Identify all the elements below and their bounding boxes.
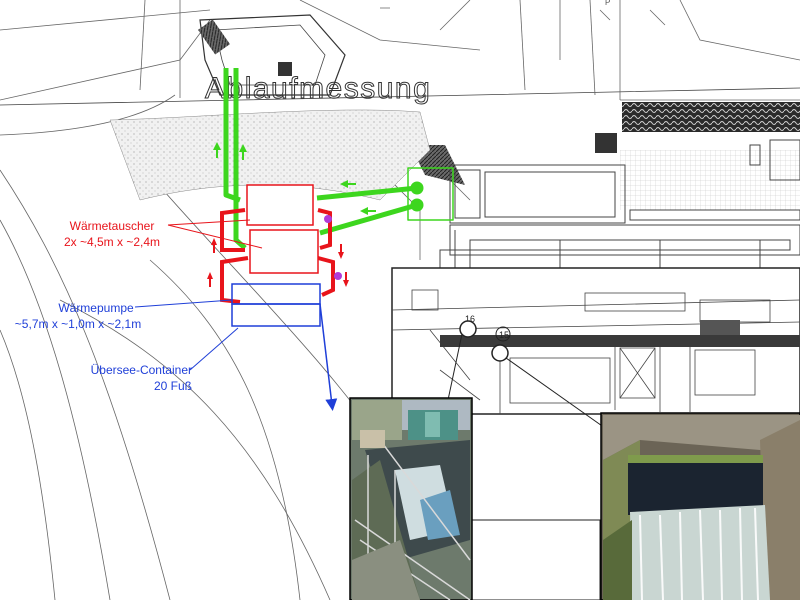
arrow-down-icon — [338, 252, 344, 259]
heat-pump-dims: ~5,7m x ~1,0m x ~2,1m — [15, 317, 141, 331]
plus-grid-panel — [469, 519, 601, 600]
container-size: 20 Fuß — [154, 379, 192, 393]
heat-exchanger-dims: 2x ~4,5m x ~2,4m — [64, 235, 160, 249]
junction-dot — [324, 215, 332, 223]
heat-exchanger-1 — [246, 184, 314, 226]
arrow-up-icon — [207, 272, 213, 279]
heat-exchanger-2 — [249, 229, 319, 274]
outflow-arrow — [319, 303, 338, 411]
heat-exchanger-label: Wärmetauscher 2x ~4,5m x ~2,4m — [64, 219, 160, 249]
arrow-left-icon — [360, 207, 368, 215]
container-name: Übersee-Container — [91, 363, 192, 377]
photo-callout-1 — [459, 320, 477, 338]
photo-weir-right — [600, 412, 800, 600]
heat-pump-box — [231, 283, 321, 305]
heat-pump-name: Wärmepumpe — [58, 301, 134, 315]
container-label: Übersee-Container 20 Fuß — [91, 363, 192, 393]
site-plan-drawing: P Ablaufmessung Wärmetauscher 2x ~4,5m x… — [0, 0, 800, 600]
site-plan-figure: P Ablaufmessung Wärmetauscher 2x ~4,5m x… — [0, 0, 800, 600]
container-box — [231, 303, 321, 327]
arrow-down-icon — [343, 280, 349, 287]
plan-title: Ablaufmessung — [205, 72, 431, 105]
photo-callout-2 — [491, 344, 509, 362]
svg-text:P: P — [605, 0, 610, 7]
marker-15: 15 — [499, 330, 509, 340]
junction-dot — [334, 272, 342, 280]
heat-exchanger-name: Wärmetauscher — [70, 219, 155, 233]
photo-channel-left — [349, 397, 473, 600]
arrow-up-icon — [211, 238, 217, 245]
